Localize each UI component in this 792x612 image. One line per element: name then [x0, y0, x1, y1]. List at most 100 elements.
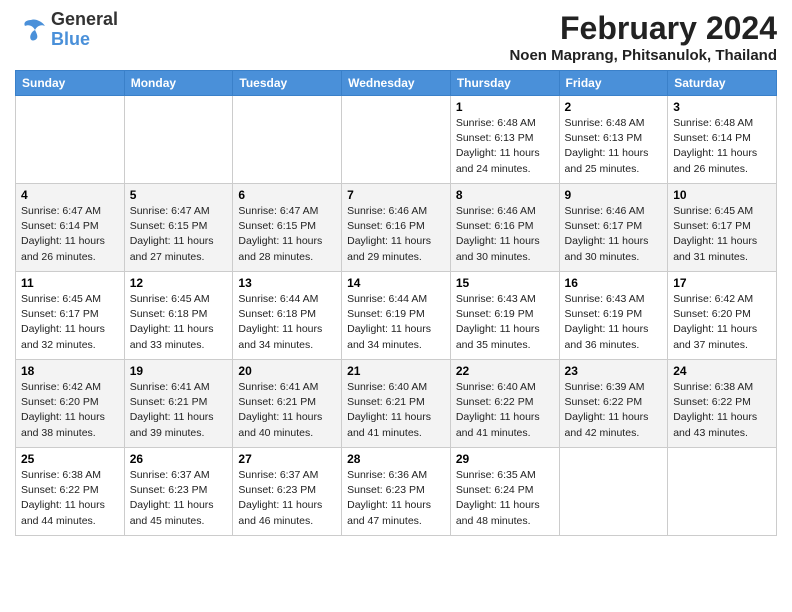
calendar-table: SundayMondayTuesdayWednesdayThursdayFrid… — [15, 70, 777, 536]
calendar-cell: 13 Sunrise: 6:44 AMSunset: 6:18 PMDayligh… — [233, 272, 342, 360]
day-info: Sunrise: 6:45 AMSunset: 6:18 PMDaylight:… — [130, 292, 228, 353]
col-header-sunday: Sunday — [16, 71, 125, 96]
day-info: Sunrise: 6:42 AMSunset: 6:20 PMDaylight:… — [21, 380, 119, 441]
day-info: Sunrise: 6:38 AMSunset: 6:22 PMDaylight:… — [673, 380, 771, 441]
calendar-cell: 20 Sunrise: 6:41 AMSunset: 6:21 PMDayligh… — [233, 360, 342, 448]
day-info: Sunrise: 6:43 AMSunset: 6:19 PMDaylight:… — [565, 292, 663, 353]
day-info: Sunrise: 6:37 AMSunset: 6:23 PMDaylight:… — [238, 468, 336, 529]
day-info: Sunrise: 6:48 AMSunset: 6:13 PMDaylight:… — [456, 116, 554, 177]
day-number: 15 — [456, 276, 554, 290]
calendar-week-row: 1 Sunrise: 6:48 AMSunset: 6:13 PMDaylight… — [16, 96, 777, 184]
calendar-cell — [233, 96, 342, 184]
day-number: 4 — [21, 188, 119, 202]
day-info: Sunrise: 6:44 AMSunset: 6:18 PMDaylight:… — [238, 292, 336, 353]
day-info: Sunrise: 6:47 AMSunset: 6:15 PMDaylight:… — [130, 204, 228, 265]
logo: General Blue — [15, 10, 118, 50]
day-info: Sunrise: 6:43 AMSunset: 6:19 PMDaylight:… — [456, 292, 554, 353]
day-info: Sunrise: 6:47 AMSunset: 6:15 PMDaylight:… — [238, 204, 336, 265]
day-number: 26 — [130, 452, 228, 466]
day-number: 18 — [21, 364, 119, 378]
calendar-cell: 25 Sunrise: 6:38 AMSunset: 6:22 PMDayligh… — [16, 448, 125, 536]
calendar-cell: 16 Sunrise: 6:43 AMSunset: 6:19 PMDayligh… — [559, 272, 668, 360]
calendar-cell: 18 Sunrise: 6:42 AMSunset: 6:20 PMDayligh… — [16, 360, 125, 448]
day-info: Sunrise: 6:41 AMSunset: 6:21 PMDaylight:… — [130, 380, 228, 441]
calendar-week-row: 25 Sunrise: 6:38 AMSunset: 6:22 PMDayligh… — [16, 448, 777, 536]
calendar-cell — [342, 96, 451, 184]
calendar-cell: 12 Sunrise: 6:45 AMSunset: 6:18 PMDayligh… — [124, 272, 233, 360]
day-number: 1 — [456, 100, 554, 114]
header: General Blue February 2024 Noen Maprang,… — [15, 10, 777, 64]
location-title: Noen Maprang, Phitsanulok, Thailand — [509, 47, 777, 64]
day-number: 28 — [347, 452, 445, 466]
day-number: 24 — [673, 364, 771, 378]
day-number: 3 — [673, 100, 771, 114]
logo-icon — [15, 16, 47, 44]
day-number: 13 — [238, 276, 336, 290]
col-header-wednesday: Wednesday — [342, 71, 451, 96]
day-number: 10 — [673, 188, 771, 202]
day-number: 8 — [456, 188, 554, 202]
day-info: Sunrise: 6:35 AMSunset: 6:24 PMDaylight:… — [456, 468, 554, 529]
day-number: 25 — [21, 452, 119, 466]
calendar-cell: 10Sunrise: 6:45 AMSunset: 6:17 PMDayligh… — [668, 184, 777, 272]
calendar-cell: 1 Sunrise: 6:48 AMSunset: 6:13 PMDaylight… — [450, 96, 559, 184]
calendar-cell — [16, 96, 125, 184]
calendar-cell: 28 Sunrise: 6:36 AMSunset: 6:23 PMDayligh… — [342, 448, 451, 536]
month-title: February 2024 — [509, 10, 777, 47]
calendar-cell — [124, 96, 233, 184]
day-info: Sunrise: 6:46 AMSunset: 6:17 PMDaylight:… — [565, 204, 663, 265]
calendar-week-row: 11 Sunrise: 6:45 AMSunset: 6:17 PMDayligh… — [16, 272, 777, 360]
calendar-cell: 7Sunrise: 6:46 AMSunset: 6:16 PMDaylight… — [342, 184, 451, 272]
col-header-thursday: Thursday — [450, 71, 559, 96]
day-number: 20 — [238, 364, 336, 378]
col-header-tuesday: Tuesday — [233, 71, 342, 96]
day-number: 12 — [130, 276, 228, 290]
calendar-cell: 9 Sunrise: 6:46 AMSunset: 6:17 PMDaylight… — [559, 184, 668, 272]
day-info: Sunrise: 6:41 AMSunset: 6:21 PMDaylight:… — [238, 380, 336, 441]
day-number: 5 — [130, 188, 228, 202]
calendar-cell: 17 Sunrise: 6:42 AMSunset: 6:20 PMDayligh… — [668, 272, 777, 360]
day-info: Sunrise: 6:47 AMSunset: 6:14 PMDaylight:… — [21, 204, 119, 265]
day-number: 6 — [238, 188, 336, 202]
day-number: 16 — [565, 276, 663, 290]
day-info: Sunrise: 6:40 AMSunset: 6:21 PMDaylight:… — [347, 380, 445, 441]
logo-text: General Blue — [51, 10, 118, 50]
calendar-cell: 6 Sunrise: 6:47 AMSunset: 6:15 PMDaylight… — [233, 184, 342, 272]
calendar-cell: 22 Sunrise: 6:40 AMSunset: 6:22 PMDayligh… — [450, 360, 559, 448]
day-info: Sunrise: 6:48 AMSunset: 6:14 PMDaylight:… — [673, 116, 771, 177]
day-info: Sunrise: 6:42 AMSunset: 6:20 PMDaylight:… — [673, 292, 771, 353]
calendar-week-row: 4 Sunrise: 6:47 AMSunset: 6:14 PMDaylight… — [16, 184, 777, 272]
calendar-cell: 3 Sunrise: 6:48 AMSunset: 6:14 PMDaylight… — [668, 96, 777, 184]
day-number: 22 — [456, 364, 554, 378]
day-info: Sunrise: 6:46 AMSunset: 6:16 PMDaylight:… — [347, 204, 445, 265]
day-info: Sunrise: 6:46 AMSunset: 6:16 PMDaylight:… — [456, 204, 554, 265]
calendar-cell: 2 Sunrise: 6:48 AMSunset: 6:13 PMDaylight… — [559, 96, 668, 184]
day-info: Sunrise: 6:36 AMSunset: 6:23 PMDaylight:… — [347, 468, 445, 529]
title-block: February 2024 Noen Maprang, Phitsanulok,… — [509, 10, 777, 64]
calendar-cell: 15 Sunrise: 6:43 AMSunset: 6:19 PMDayligh… — [450, 272, 559, 360]
day-info: Sunrise: 6:40 AMSunset: 6:22 PMDaylight:… — [456, 380, 554, 441]
calendar-cell — [668, 448, 777, 536]
calendar-cell: 11 Sunrise: 6:45 AMSunset: 6:17 PMDayligh… — [16, 272, 125, 360]
day-info: Sunrise: 6:45 AMSunset: 6:17 PMDaylight:… — [21, 292, 119, 353]
day-info: Sunrise: 6:39 AMSunset: 6:22 PMDaylight:… — [565, 380, 663, 441]
calendar-week-row: 18 Sunrise: 6:42 AMSunset: 6:20 PMDayligh… — [16, 360, 777, 448]
calendar-cell: 4 Sunrise: 6:47 AMSunset: 6:14 PMDaylight… — [16, 184, 125, 272]
calendar-cell: 29 Sunrise: 6:35 AMSunset: 6:24 PMDayligh… — [450, 448, 559, 536]
day-number: 19 — [130, 364, 228, 378]
day-number: 17 — [673, 276, 771, 290]
calendar-cell: 27Sunrise: 6:37 AMSunset: 6:23 PMDayligh… — [233, 448, 342, 536]
day-info: Sunrise: 6:48 AMSunset: 6:13 PMDaylight:… — [565, 116, 663, 177]
calendar-cell: 23Sunrise: 6:39 AMSunset: 6:22 PMDayligh… — [559, 360, 668, 448]
calendar-cell: 14Sunrise: 6:44 AMSunset: 6:19 PMDayligh… — [342, 272, 451, 360]
day-number: 14 — [347, 276, 445, 290]
day-number: 11 — [21, 276, 119, 290]
day-info: Sunrise: 6:38 AMSunset: 6:22 PMDaylight:… — [21, 468, 119, 529]
calendar-cell: 21Sunrise: 6:40 AMSunset: 6:21 PMDayligh… — [342, 360, 451, 448]
day-number: 29 — [456, 452, 554, 466]
day-number: 2 — [565, 100, 663, 114]
col-header-saturday: Saturday — [668, 71, 777, 96]
calendar-header-row: SundayMondayTuesdayWednesdayThursdayFrid… — [16, 71, 777, 96]
calendar-cell: 24 Sunrise: 6:38 AMSunset: 6:22 PMDayligh… — [668, 360, 777, 448]
day-number: 9 — [565, 188, 663, 202]
